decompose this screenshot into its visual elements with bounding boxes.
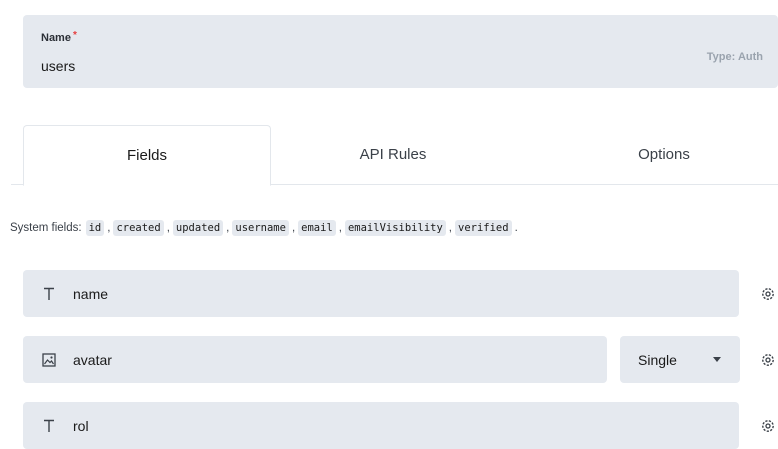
- text-icon: [41, 286, 57, 302]
- tab-fields-label: Fields: [126, 147, 167, 164]
- separator: ,: [166, 222, 170, 234]
- system-fields-line: System fields: id , created , updated , …: [10, 220, 521, 236]
- system-field-emailvisibility: emailVisibility: [344, 220, 446, 236]
- field-name-input[interactable]: rol: [73, 418, 89, 434]
- gear-icon[interactable]: [760, 286, 776, 302]
- collection-type-label: Type: Auth: [706, 51, 763, 63]
- max-select-dropdown[interactable]: Single: [620, 336, 740, 383]
- name-label: Name *: [41, 30, 77, 44]
- chevron-down-icon: [713, 357, 721, 362]
- system-field-updated: updated: [172, 220, 224, 236]
- tab-fields[interactable]: Fields: [23, 125, 271, 186]
- tab-options-label: Options: [638, 146, 690, 163]
- select-value: Single: [638, 351, 677, 368]
- field-name-input[interactable]: avatar: [73, 352, 112, 368]
- tab-api-rules-label: API Rules: [359, 146, 427, 163]
- name-label-text: Name: [41, 32, 71, 44]
- system-field-email: email: [298, 220, 336, 236]
- separator: ,: [107, 222, 111, 234]
- separator: ,: [226, 222, 230, 234]
- system-field-verified: verified: [455, 220, 512, 236]
- separator: ,: [338, 222, 342, 234]
- tab-api-rules[interactable]: API Rules: [270, 125, 516, 184]
- collection-name-card[interactable]: Name * users Type: Auth: [23, 15, 778, 88]
- image-icon: [41, 352, 57, 368]
- gear-icon[interactable]: [760, 352, 776, 368]
- separator: ,: [448, 222, 452, 234]
- separator: ,: [291, 222, 296, 234]
- system-field-username: username: [232, 220, 289, 236]
- field-row-rol[interactable]: rol: [23, 402, 739, 449]
- system-fields-prefix: System fields:: [10, 222, 82, 234]
- required-mark: *: [72, 30, 77, 41]
- gear-icon[interactable]: [760, 418, 776, 434]
- tab-options[interactable]: Options: [540, 125, 778, 184]
- tab-bar: Fields API Rules Options: [0, 125, 778, 186]
- collection-name-input[interactable]: users: [41, 58, 75, 74]
- system-field-created: created: [113, 220, 164, 236]
- system-field-id: id: [85, 220, 105, 236]
- field-name-input[interactable]: name: [73, 286, 108, 302]
- terminator: .: [514, 222, 518, 234]
- text-icon: [41, 418, 57, 434]
- field-row-avatar[interactable]: avatar: [23, 336, 607, 383]
- field-row-name[interactable]: name: [23, 270, 739, 317]
